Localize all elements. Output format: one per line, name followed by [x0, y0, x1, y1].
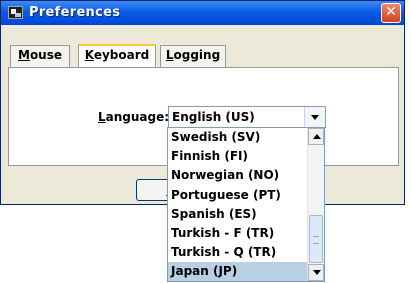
language-label-text: anguage:: [105, 110, 170, 124]
language-option-highlighted[interactable]: Japan (JP): [168, 262, 307, 281]
language-option[interactable]: Swedish (SV): [168, 128, 307, 147]
language-dropdown-list: Swedish (SV) Finnish (FI) Norwegian (NO)…: [167, 127, 325, 282]
language-selected-value: English (US): [172, 110, 255, 124]
scrollbar-thumb[interactable]: [309, 215, 323, 263]
language-option[interactable]: Spanish (ES): [168, 205, 307, 224]
tab-logging[interactable]: Logging: [160, 45, 226, 67]
language-option[interactable]: Norwegian (NO): [168, 166, 307, 185]
language-combobox[interactable]: English (US): [168, 106, 326, 128]
app-window-icon: [8, 6, 23, 19]
language-option[interactable]: Finnish (FI): [168, 147, 307, 166]
language-label: Language:: [98, 110, 169, 124]
language-label-mnemonic: L: [98, 110, 106, 124]
tab-mouse[interactable]: Mouse: [10, 45, 70, 67]
tab-mouse-label: ouse: [29, 48, 63, 62]
title-bar[interactable]: Preferences ✕: [1, 1, 404, 25]
scroll-down-arrow-icon[interactable]: [308, 264, 324, 281]
language-option[interactable]: Portuguese (PT): [168, 186, 307, 205]
tab-logging-label: ogging: [173, 48, 221, 62]
tab-keyboard[interactable]: Keyboard: [78, 44, 156, 67]
close-icon: ✕: [385, 4, 397, 20]
chevron-down-icon[interactable]: [304, 107, 325, 127]
close-button[interactable]: ✕: [381, 3, 401, 23]
tab-keyboard-label: eyboard: [93, 48, 150, 62]
scroll-up-arrow-icon[interactable]: [308, 128, 324, 145]
language-options: Swedish (SV) Finnish (FI) Norwegian (NO)…: [168, 128, 307, 281]
tab-mouse-mnemonic: M: [17, 48, 30, 62]
scrollbar-grip-icon: [313, 236, 319, 244]
language-option[interactable]: Turkish - F (TR): [168, 224, 307, 243]
tab-keyboard-mnemonic: K: [84, 48, 94, 62]
language-option[interactable]: Turkish - Q (TR): [168, 243, 307, 262]
window-title: Preferences: [29, 5, 121, 20]
dropdown-scrollbar[interactable]: [307, 128, 324, 281]
